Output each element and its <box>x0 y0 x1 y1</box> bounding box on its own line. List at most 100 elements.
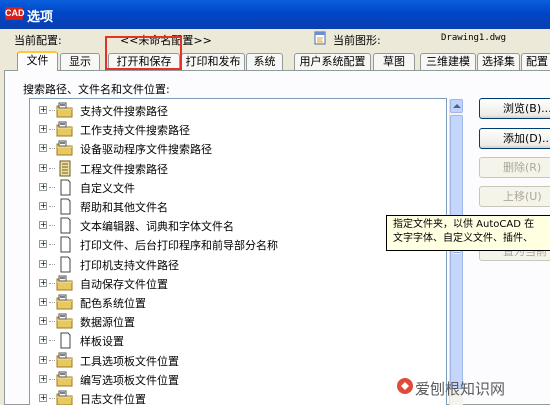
tree-item[interactable]: + 日志文件位置 <box>30 389 446 405</box>
window-title: 选项 <box>27 10 54 25</box>
current-drawing-value: Drawing1.dwg <box>441 33 507 43</box>
tree-item[interactable]: + 工程文件搜索路径 <box>30 159 446 178</box>
tree-item-label: 编写选项板文件位置 <box>80 373 179 387</box>
tree-connector <box>49 206 55 207</box>
expand-icon[interactable]: + <box>39 106 47 114</box>
tree-item[interactable]: + 工具选项板文件位置 <box>30 351 446 370</box>
tree-item-label: 工具选项板文件位置 <box>80 354 179 368</box>
document-icon <box>56 179 74 196</box>
drawing-file-icon <box>314 31 326 45</box>
document-icon <box>56 256 74 273</box>
expand-icon[interactable]: + <box>39 374 47 383</box>
expand-icon[interactable]: + <box>39 317 47 326</box>
tree-item-label: 帮助和其他文件名 <box>80 201 168 214</box>
expand-icon[interactable]: + <box>39 182 47 191</box>
folder-icon <box>56 102 74 119</box>
tree-item[interactable]: + 样板设置 <box>30 331 446 350</box>
tree-item-label: 工作支持文件搜索路径 <box>80 124 190 138</box>
add-button[interactable]: 添加(D)... <box>479 128 550 149</box>
expand-icon[interactable]: + <box>39 259 47 268</box>
tree-item[interactable]: + 配色系统位置 <box>30 293 446 312</box>
tab-display[interactable]: 显示 <box>60 53 100 70</box>
expand-icon[interactable]: + <box>39 240 47 249</box>
tab-plot-and-publish[interactable]: 打印和发布 <box>181 53 245 70</box>
tree-item-label: 打印文件、后台打印程序和前导部分名称 <box>80 239 278 253</box>
tree-item-label: 工程文件搜索路径 <box>80 162 168 176</box>
tree-connector <box>49 378 55 380</box>
expand-icon[interactable]: + <box>39 163 47 172</box>
expand-icon[interactable]: + <box>39 144 47 153</box>
browse-button[interactable]: 浏览(B)... <box>479 98 550 119</box>
tree-item[interactable]: + 编写选项板文件位置 <box>30 370 446 389</box>
tree-item-label: 自动保存文件位置 <box>80 277 168 291</box>
expand-icon[interactable]: + <box>39 125 47 134</box>
expand-icon[interactable]: + <box>39 278 47 287</box>
folder-icon <box>56 352 74 369</box>
tree-item[interactable]: + 打印机支持文件路径 <box>30 255 446 274</box>
tree-connector <box>49 340 55 342</box>
tab-3d-modeling[interactable]: 三维建模 <box>420 53 476 70</box>
tree-item[interactable]: + 文本编辑器、词典和字体文件名 <box>30 216 446 235</box>
tree-connector <box>49 321 55 323</box>
highlight-box <box>105 36 182 70</box>
tree-scrollbar[interactable] <box>449 99 463 405</box>
tree-connector <box>49 398 55 399</box>
options-tabs: 文件 显示 打开和保存 打印和发布 系统 用户系统配置 草图 三维建模 选择集 … <box>0 51 550 71</box>
tab-system[interactable]: 系统 <box>246 53 283 70</box>
scroll-thumb[interactable] <box>450 115 463 389</box>
tree-connector <box>49 129 55 131</box>
tree-item[interactable]: + 打印文件、后台打印程序和前导部分名称 <box>30 235 446 254</box>
folder-icon <box>56 121 74 138</box>
tree-connector <box>49 263 55 265</box>
tree-item-label: 日志文件位置 <box>80 393 146 405</box>
tab-profiles[interactable]: 配置 <box>521 53 550 70</box>
tree-item[interactable]: + 数据源位置 <box>30 312 446 331</box>
tree-item-label: 支持文件搜索路径 <box>80 105 168 118</box>
expand-icon[interactable]: + <box>39 298 47 306</box>
expand-icon[interactable]: + <box>39 394 47 402</box>
document-icon <box>56 332 74 349</box>
tree-item[interactable]: + 自定义文件 <box>30 178 446 197</box>
tree-connector <box>49 186 55 188</box>
tooltip-line-1: 指定文件夹，以供 AutoCAD 在 <box>393 219 535 230</box>
document-icon <box>56 217 74 234</box>
expand-icon[interactable]: + <box>39 355 47 364</box>
search-paths-label: 搜索路径、文件名和文件位置: <box>23 83 170 96</box>
tree-item-label: 配色系统位置 <box>80 297 146 310</box>
expand-icon[interactable]: + <box>39 221 47 230</box>
tree-connector <box>49 225 55 227</box>
current-profile-label: 当前配置: <box>14 34 62 47</box>
tooltip: 指定文件夹，以供 AutoCAD 在 文字字体、自定义文件、插件、 <box>386 215 550 251</box>
document-icon <box>56 198 74 215</box>
tree-item[interactable]: + 帮助和其他文件名 <box>30 197 446 216</box>
tab-drafting[interactable]: 草图 <box>373 53 415 70</box>
tree-item-label: 打印机支持文件路径 <box>80 258 179 272</box>
expand-icon[interactable]: + <box>39 336 47 345</box>
tree-connector <box>49 110 55 111</box>
tree-item-label: 样板设置 <box>80 335 124 349</box>
autocad-logo-icon: CAD <box>5 7 25 20</box>
folder-icon <box>56 390 74 405</box>
scroll-up-button[interactable] <box>450 99 463 113</box>
tree-connector <box>49 359 55 361</box>
tab-selection[interactable]: 选择集 <box>477 53 520 70</box>
tree-item-label: 自定义文件 <box>80 181 135 195</box>
tab-files[interactable]: 文件 <box>17 51 58 71</box>
move-up-button[interactable]: 上移(U) <box>479 186 550 207</box>
profile-bar: 当前配置: <<未命名配置>> 当前图形: Drawing1.dwg <box>0 29 550 49</box>
folder-icon <box>56 275 74 292</box>
folder-icon <box>56 294 74 311</box>
document-icon <box>56 236 74 253</box>
remove-button[interactable]: 删除(R) <box>479 157 550 178</box>
tree-item[interactable]: + 自动保存文件位置 <box>30 274 446 293</box>
project-file-icon <box>56 160 74 177</box>
tree-item[interactable]: + 设备驱动程序文件搜索路径 <box>30 139 446 158</box>
tree-item[interactable]: + 工作支持文件搜索路径 <box>30 120 446 139</box>
watermark-text: 爱刨根知识网 <box>415 380 506 398</box>
tab-user-preferences[interactable]: 用户系统配置 <box>294 53 371 70</box>
expand-icon[interactable]: + <box>39 202 47 210</box>
tooltip-line-2: 文字字体、自定义文件、插件、 <box>393 233 533 244</box>
tree-connector <box>49 302 55 303</box>
file-locations-tree[interactable]: + 支持文件搜索路径 + 工作支持文件搜索路径 + 设备驱动程序文件搜索路径 + 工程文件搜索… <box>29 98 447 405</box>
tree-item[interactable]: + 支持文件搜索路径 <box>30 101 446 120</box>
